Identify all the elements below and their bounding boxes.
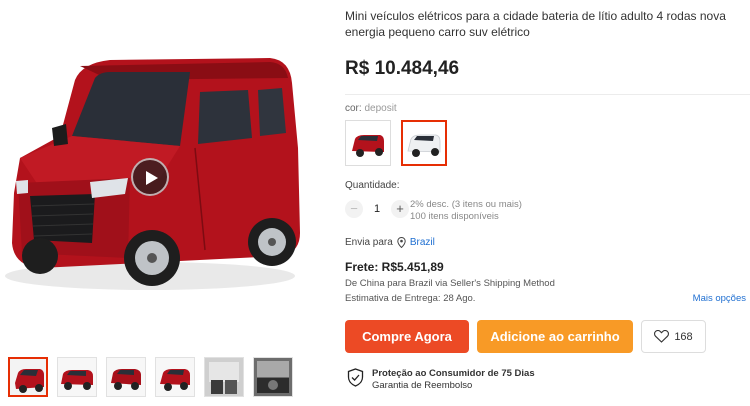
shipping-cost: Frete: R$5.451,89 — [345, 260, 444, 274]
ship-to-row: Envia para Brazil — [345, 237, 435, 248]
quantity-value[interactable]: 1 — [363, 203, 391, 215]
delivery-estimate: Estimativa de Entrega: 28 Ago. — [345, 293, 476, 304]
buyer-protection-title: Proteção ao Consumidor de 75 Dias — [372, 368, 535, 379]
thumbnail-2[interactable] — [57, 357, 97, 397]
quantity-notes: 2% desc. (3 itens ou mais) 100 itens dis… — [410, 199, 522, 223]
white-car-swatch — [403, 122, 445, 164]
red-car-front-image — [10, 359, 46, 395]
divider — [345, 94, 750, 95]
thumbnail-6[interactable] — [253, 357, 293, 397]
bulk-discount-text: 2% desc. (3 itens ou mais) — [410, 199, 522, 210]
color-label-text: cor: — [345, 103, 362, 114]
red-car-side-image — [58, 358, 96, 396]
wishlist-button[interactable]: 168 — [641, 320, 706, 353]
shield-check-icon — [347, 368, 364, 387]
shipping-route: De China para Brazil via Seller's Shippi… — [345, 278, 555, 289]
ship-to-label: Envia para — [345, 237, 393, 248]
play-video-button[interactable] — [131, 158, 169, 196]
red-car-angle-image — [156, 358, 194, 396]
color-option-white[interactable] — [401, 120, 447, 166]
stock-available-text: 100 itens disponíveis — [410, 211, 499, 222]
color-option-red[interactable] — [345, 120, 391, 166]
play-icon — [146, 171, 158, 185]
red-car-swatch — [346, 121, 390, 165]
buyer-protection-subtitle: Garantia de Reembolso — [372, 380, 473, 391]
color-swatches — [345, 120, 447, 166]
increase-quantity-button[interactable]: + — [391, 200, 409, 218]
buyer-protection: Proteção ao Consumidor de 75 Dias Garant… — [347, 368, 535, 392]
buy-now-button[interactable]: Compre Agora — [345, 320, 469, 353]
product-title: Mini veículos elétricos para a cidade ba… — [345, 9, 726, 39]
more-shipping-options-link[interactable]: Mais opções — [693, 293, 746, 304]
ship-to-country-link[interactable]: Brazil — [410, 237, 435, 248]
product-price: R$ 10.484,46 — [345, 58, 460, 79]
thumbnail-5[interactable] — [204, 357, 244, 397]
decrease-quantity-button[interactable]: − — [345, 200, 363, 218]
color-value: deposit — [364, 103, 397, 114]
car-interior-image — [205, 358, 243, 396]
car-dashboard-image — [254, 358, 292, 396]
product-info-panel: Mini veículos elétricos para a cidade ba… — [345, 0, 750, 406]
product-gallery — [0, 0, 310, 406]
thumbnail-1[interactable] — [8, 357, 48, 397]
buyer-protection-text: Proteção ao Consumidor de 75 Dias Garant… — [372, 368, 535, 392]
add-to-cart-button[interactable]: Adicione ao carrinho — [477, 320, 633, 353]
wishlist-count: 168 — [674, 330, 693, 343]
thumbnail-3[interactable] — [106, 357, 146, 397]
thumbnail-strip — [8, 357, 293, 397]
color-label: cor: deposit — [345, 103, 397, 114]
heart-icon — [654, 330, 670, 343]
quantity-label: Quantidade: — [345, 180, 400, 191]
red-car-rear-image — [107, 358, 145, 396]
thumbnail-4[interactable] — [155, 357, 195, 397]
location-pin-icon — [397, 237, 406, 248]
quantity-stepper: − 1 + — [345, 200, 409, 218]
